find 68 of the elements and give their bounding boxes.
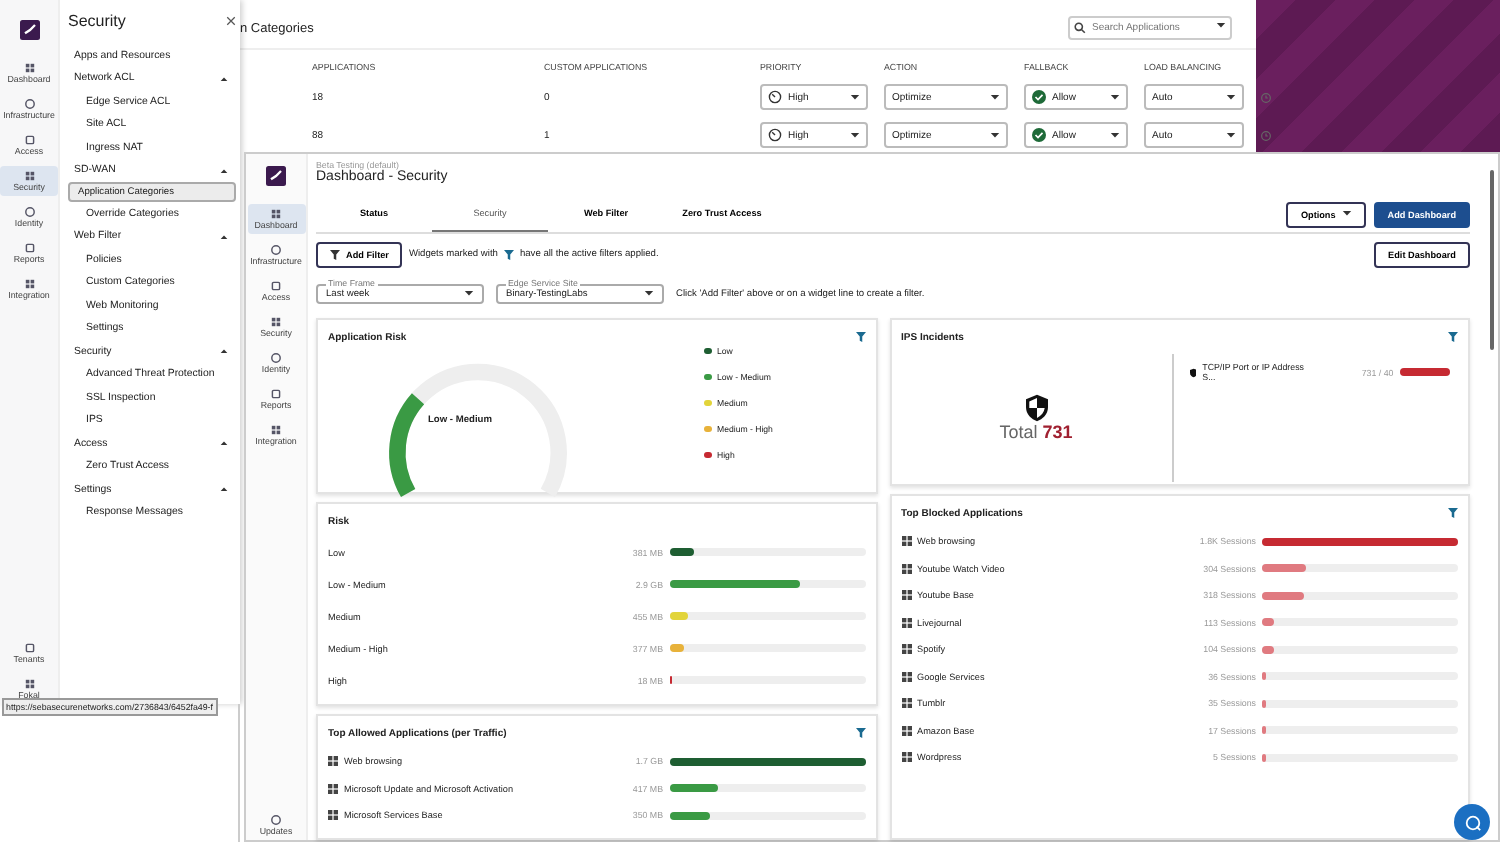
- filter-icon: [330, 249, 340, 259]
- search-icon: [1074, 22, 1086, 34]
- nav-icon: [270, 424, 282, 436]
- app-grid-icon: [328, 810, 338, 821]
- nav-icon: [23, 206, 35, 218]
- app-grid-icon: [901, 536, 912, 547]
- caret-icon: [850, 93, 860, 101]
- nav-icon: [270, 208, 282, 220]
- shield-icon: [1189, 367, 1197, 377]
- filter-icon[interactable]: [1448, 332, 1458, 342]
- caret-icon: [464, 290, 474, 298]
- gauge-icon: [768, 128, 782, 142]
- app-grid-icon: [901, 752, 912, 763]
- total-label: Total: [999, 422, 1038, 442]
- caret-icon: [1226, 131, 1236, 139]
- caret-icon: [1110, 93, 1120, 101]
- filter-icon[interactable]: [855, 332, 866, 342]
- nav-icon: [23, 242, 35, 254]
- nav-icon: [270, 316, 282, 328]
- caret-icon: [990, 93, 1000, 101]
- check-icon: [1032, 128, 1046, 142]
- filter-icon: [503, 249, 514, 259]
- app-grid-icon: [901, 725, 912, 736]
- caret-icon: [850, 131, 860, 139]
- gauge-icon: [768, 90, 782, 104]
- nav-icon: [23, 170, 35, 182]
- chevron-icon: [220, 167, 228, 174]
- nav-icon: [270, 388, 282, 400]
- chevron-icon: [220, 233, 228, 240]
- logo-icon: [19, 20, 39, 40]
- nav-icon: [270, 280, 282, 292]
- app-grid-icon: [328, 756, 338, 767]
- nav-icon: [23, 134, 35, 146]
- app-grid-icon: [901, 563, 912, 574]
- caret-icon: [990, 131, 1000, 139]
- chat-help-icon: [1463, 813, 1481, 831]
- app-grid-icon: [901, 590, 912, 601]
- caret-icon: [644, 290, 654, 298]
- chevron-icon: [220, 75, 228, 82]
- nav-icon: [23, 98, 35, 110]
- close-icon[interactable]: [226, 16, 236, 26]
- app-grid-icon: [901, 698, 912, 709]
- nav-icon: [270, 814, 282, 826]
- shield-icon: [1025, 394, 1048, 422]
- check-icon: [1032, 90, 1046, 104]
- nav-icon: [23, 678, 35, 690]
- caret-icon: [1110, 131, 1120, 139]
- app-grid-icon: [901, 644, 912, 655]
- total-count: 731: [1042, 422, 1073, 442]
- app-grid-icon: [901, 671, 912, 682]
- nav-icon: [23, 278, 35, 290]
- filter-icon[interactable]: [855, 728, 866, 738]
- chevron-icon: [220, 440, 228, 447]
- caret-icon: [1226, 93, 1236, 101]
- nav-icon: [270, 352, 282, 364]
- caret-icon: [1341, 210, 1352, 218]
- chevron-icon: [220, 348, 228, 355]
- nav-icon: [23, 62, 35, 74]
- menu-title: Security: [68, 12, 126, 30]
- logo-icon: [266, 166, 286, 186]
- chevron-icon: [220, 486, 228, 493]
- app-grid-icon: [901, 617, 912, 628]
- filter-icon[interactable]: [1448, 508, 1458, 518]
- app-grid-icon: [328, 783, 338, 794]
- nav-icon: [270, 244, 282, 256]
- caret-icon: [1216, 22, 1226, 29]
- scrollbar[interactable]: [1490, 170, 1494, 350]
- nav-icon: [23, 642, 35, 654]
